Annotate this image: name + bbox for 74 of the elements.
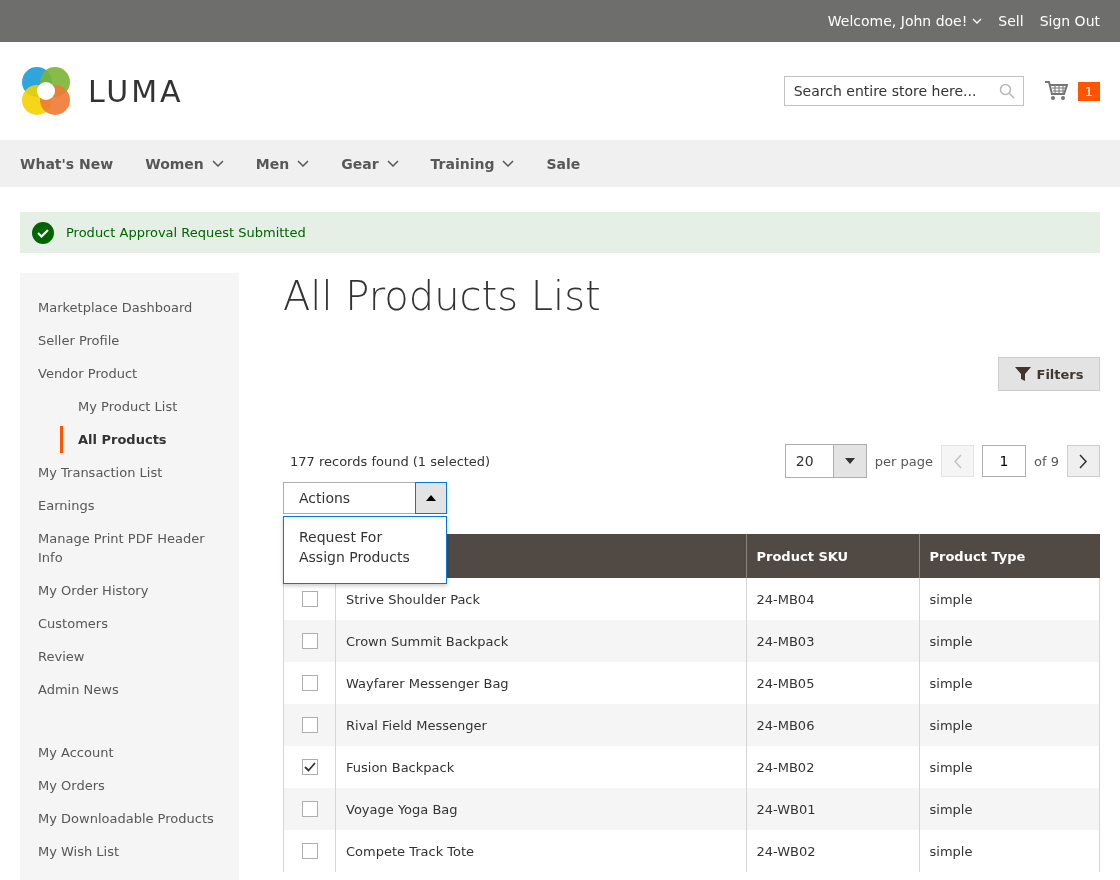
- menu-option[interactable]: Request For Assign Products: [299, 527, 431, 567]
- per-page-select[interactable]: 20: [784, 444, 867, 478]
- chevron-left-icon: [953, 453, 963, 469]
- table-cell: Voyage Yoga Bag: [335, 788, 746, 830]
- caret-icon: [844, 458, 855, 464]
- chevron-icon: [972, 18, 983, 24]
- chevron-icon: [211, 160, 224, 167]
- welcome-menu[interactable]: Welcome, John doe!: [827, 13, 983, 29]
- page-count: of 9: [1034, 453, 1059, 469]
- row-checkbox[interactable]: [301, 843, 318, 860]
- actions-dropdown[interactable]: Actions: [283, 482, 447, 514]
- filter-icon: [1014, 366, 1031, 382]
- nav-item[interactable]: Men: [255, 155, 310, 172]
- row-checkbox[interactable]: [301, 591, 318, 608]
- nav-item[interactable]: Gear: [341, 155, 399, 172]
- sidebar-item[interactable]: My Orders: [38, 769, 221, 802]
- chevron-icon: [297, 160, 310, 167]
- sidebar-item[interactable]: Customers: [38, 607, 221, 640]
- page-number-field[interactable]: 1: [982, 445, 1027, 477]
- caret-icon: [426, 495, 436, 501]
- logo-text[interactable]: LUMA: [88, 73, 184, 109]
- table-cell: simple: [919, 704, 1100, 746]
- row-checkbox[interactable]: [301, 717, 318, 734]
- search-field[interactable]: Search entire store here...: [783, 76, 1024, 106]
- filters-button[interactable]: Filters: [998, 357, 1100, 391]
- row-checkbox[interactable]: [301, 633, 318, 650]
- table-cell: simple: [919, 788, 1100, 830]
- chevron-icon: [502, 160, 515, 167]
- column-header: Product SKU: [746, 534, 919, 578]
- chevron-right-icon: [1079, 453, 1088, 469]
- nav-item[interactable]: Women: [145, 155, 224, 172]
- sidebar-item[interactable]: My Product List: [38, 390, 221, 423]
- table-cell: Crown Summit Backpack: [335, 620, 746, 662]
- nav-item[interactable]: Training: [430, 155, 515, 172]
- sidebar-item[interactable]: Marketplace Dashboard: [38, 291, 221, 324]
- row-checkbox[interactable]: [301, 675, 318, 692]
- search-icon[interactable]: [998, 83, 1015, 99]
- logo-icon: [20, 65, 72, 117]
- table-cell: 24-MB03: [746, 620, 919, 662]
- header-link[interactable]: Sell: [998, 13, 1024, 29]
- sidebar-item[interactable]: All Products: [38, 423, 221, 456]
- sidebar-item[interactable]: My Transaction List: [38, 456, 221, 489]
- row-checkbox[interactable]: [301, 801, 318, 818]
- sidebar-item[interactable]: My Wish List: [38, 835, 221, 868]
- table-cell: 24-MB06: [746, 704, 919, 746]
- sidebar-item[interactable]: Admin News: [38, 673, 221, 706]
- per-page-label: per page: [874, 453, 934, 469]
- header-link[interactable]: Sign Out: [1039, 13, 1100, 29]
- table-cell: 24-WB01: [746, 788, 919, 830]
- sidebar-item[interactable]: My Downloadable Products: [38, 802, 221, 835]
- sidebar-item[interactable]: Manage Print PDF Header Info: [38, 522, 221, 574]
- page-title: All Products List: [283, 273, 602, 321]
- row-checkbox[interactable]: [301, 759, 318, 776]
- chevron-icon: [386, 160, 399, 167]
- sidebar-item[interactable]: Review: [38, 640, 221, 673]
- sidebar-item[interactable]: Vendor Product: [38, 357, 221, 390]
- message-text: Product Approval Request Submitted: [66, 225, 306, 240]
- nav-item[interactable]: Sale: [546, 155, 581, 172]
- cart-icon[interactable]: [1043, 80, 1068, 102]
- sidebar-item[interactable]: Earnings: [38, 489, 221, 522]
- records-count: 177 records found (1 selected): [289, 453, 491, 469]
- column-header: Product Type: [919, 534, 1100, 578]
- sidebar-item[interactable]: My Account: [38, 736, 221, 769]
- table-cell: simple: [919, 620, 1100, 662]
- table-cell: Compete Track Tote: [335, 830, 746, 872]
- nav-item[interactable]: What's New: [20, 155, 114, 172]
- sidebar-item[interactable]: Seller Profile: [38, 324, 221, 357]
- cart-count-badge: 1: [1077, 81, 1100, 101]
- check-circle-icon: [32, 221, 54, 244]
- sidebar-item[interactable]: My Order History: [38, 574, 221, 607]
- next-page-button[interactable]: [1067, 445, 1100, 477]
- table-cell: simple: [919, 830, 1100, 872]
- table-cell: Rival Field Messenger: [335, 704, 746, 746]
- table-cell: 24-WB02: [746, 830, 919, 872]
